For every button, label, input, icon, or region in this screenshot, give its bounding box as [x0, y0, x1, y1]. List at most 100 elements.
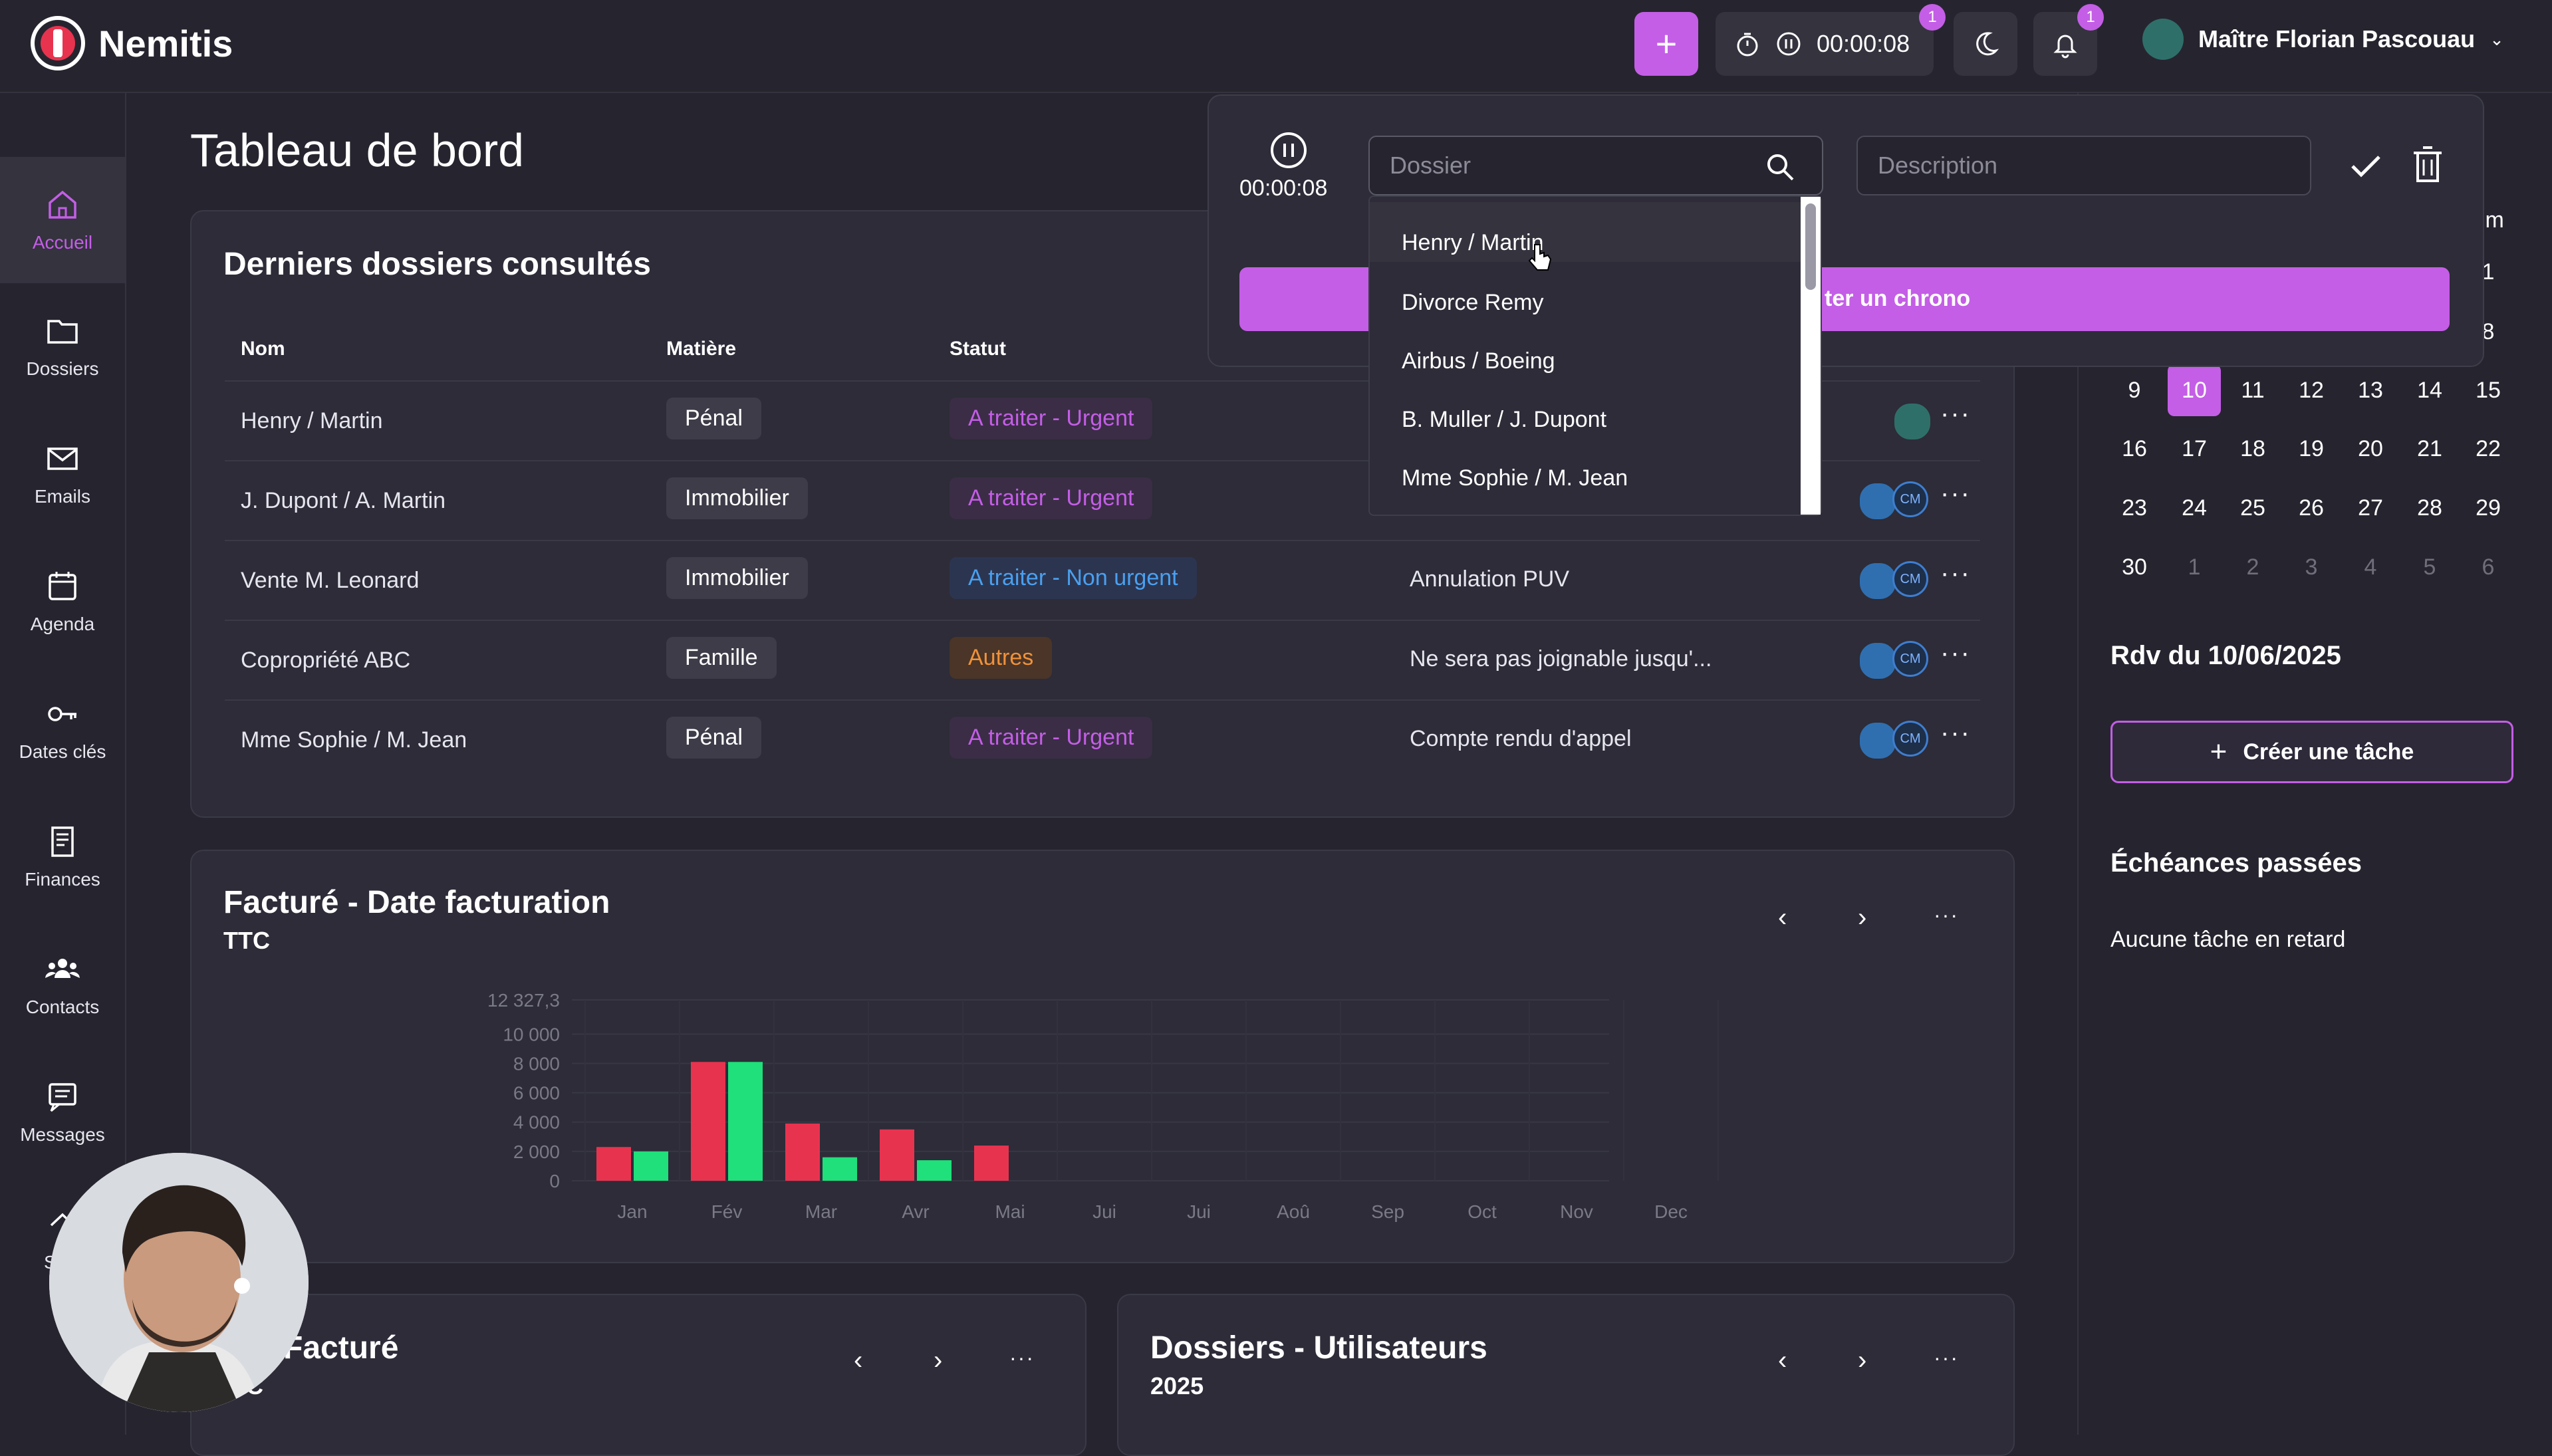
sidebar-item-accueil[interactable]: Accueil [0, 157, 125, 283]
chart-bar[interactable] [917, 1160, 952, 1181]
sidebar-item-messages[interactable]: Messages [0, 1049, 125, 1175]
calendar-day[interactable]: 20 [2344, 436, 2397, 462]
calendar-day[interactable]: 14 [2403, 378, 2456, 404]
calendar-day[interactable]: 24 [2168, 495, 2221, 521]
chart-bar[interactable] [785, 1123, 820, 1181]
search-icon[interactable] [1765, 152, 1795, 182]
chart-bar[interactable] [823, 1157, 857, 1181]
sidebar-item-finances[interactable]: Finances [0, 794, 125, 920]
calendar-day[interactable]: 23 [2108, 495, 2161, 521]
more-options-button[interactable]: ··· [1940, 479, 1971, 509]
brand[interactable]: Nemitis [29, 15, 233, 72]
calendar-day[interactable]: 21 [2403, 436, 2456, 462]
facture-card-title: Facturé [283, 1330, 399, 1366]
quick-add-button[interactable]: + [1634, 12, 1698, 76]
more-options-button[interactable]: ··· [1940, 718, 1971, 748]
create-task-button[interactable]: + Créer une tâche [2110, 721, 2513, 783]
calendar-day[interactable]: 13 [2344, 378, 2397, 404]
calendar-day[interactable]: 19 [2285, 436, 2338, 462]
x-tick-label: Oct [1467, 1201, 1497, 1222]
more-options-button[interactable]: ··· [1009, 1346, 1035, 1370]
dropdown-scrollbar[interactable] [1801, 197, 1821, 515]
dropdown-option[interactable]: Henry / Martin [1402, 230, 1544, 256]
chart-bar[interactable] [728, 1062, 763, 1181]
facture-card [190, 1294, 1086, 1456]
table-row[interactable]: Mme Sophie / M. Jean Pénal A traiter - U… [225, 701, 1980, 779]
timer-control[interactable]: 00:00:08 [1716, 12, 1934, 76]
dropdown-option[interactable]: B. Muller / J. Dupont [1402, 407, 1606, 433]
calendar-day[interactable]: 2 [2226, 554, 2279, 580]
row-note: Annulation PUV [1410, 566, 1570, 592]
more-options-button[interactable]: ··· [1940, 558, 1971, 588]
calendar-day[interactable]: 29 [2462, 495, 2515, 521]
calendar-day[interactable]: 30 [2108, 554, 2161, 580]
timer-badge: 1 [1919, 4, 1946, 31]
calendar-day[interactable]: 5 [2403, 554, 2456, 580]
avatar [1858, 481, 1898, 521]
table-row[interactable]: Copropriété ABC Famille Autres Ne sera p… [225, 621, 1980, 699]
table-row[interactable]: Vente M. Leonard Immobilier A traiter - … [225, 541, 1980, 620]
status-badge: Autres [950, 637, 1053, 679]
calendar-day[interactable]: 28 [2403, 495, 2456, 521]
calendar-day[interactable]: 16 [2108, 436, 2161, 462]
chevron-right-icon[interactable]: › [1858, 1346, 1866, 1376]
description-input[interactable]: Description [1856, 136, 2311, 195]
sidebar-item-emails[interactable]: Emails [0, 411, 125, 537]
sidebar-item-dossiers[interactable]: Dossiers [0, 283, 125, 410]
sidebar-item-label: Messages [20, 1124, 105, 1145]
chevron-right-icon[interactable]: › [1858, 903, 1866, 933]
past-deadlines-empty: Aucune tâche en retard [2110, 927, 2346, 952]
y-tick-label: 0 [549, 1171, 560, 1191]
calendar-day[interactable]: 25 [2226, 495, 2279, 521]
dark-mode-toggle[interactable] [1954, 12, 2017, 76]
more-options-button[interactable]: ··· [1934, 903, 1959, 927]
sidebar-item-label: Agenda [30, 614, 95, 634]
dropdown-option[interactable]: Divorce Remy [1402, 290, 1543, 316]
more-options-button[interactable]: ··· [1940, 638, 1971, 668]
sidebar-item-agenda[interactable]: Agenda [0, 539, 125, 665]
calendar-day[interactable]: 4 [2344, 554, 2397, 580]
dossier-placeholder: Dossier [1390, 152, 1471, 179]
calendar-day[interactable]: 27 [2344, 495, 2397, 521]
chart-bar[interactable] [634, 1151, 668, 1181]
calendar-day[interactable]: 15 [2462, 378, 2515, 404]
calendar-day[interactable]: 11 [2226, 378, 2279, 404]
calendar-day[interactable]: 1 [2168, 554, 2221, 580]
scrollbar-thumb[interactable] [1805, 203, 1816, 290]
pause-icon[interactable] [1269, 130, 1309, 170]
calendar-day[interactable]: 17 [2168, 436, 2221, 462]
matiere-tag: Immobilier [666, 557, 808, 599]
chart-bar[interactable] [880, 1129, 914, 1181]
check-icon[interactable] [2347, 148, 2384, 185]
dossier-search-input[interactable]: Dossier [1368, 136, 1823, 195]
sidebar-item-dates-cles[interactable]: Dates clés [0, 666, 125, 792]
y-tick-label: 2 000 [513, 1142, 560, 1162]
message-icon [49, 1083, 76, 1112]
past-deadlines-title: Échéances passées [2110, 848, 2362, 878]
chevron-right-icon[interactable]: › [934, 1346, 942, 1376]
trash-icon[interactable] [2410, 145, 2446, 185]
calendar-day[interactable]: 9 [2108, 378, 2161, 404]
calendar-day-selected[interactable]: 10 [2168, 364, 2221, 416]
dropdown-option[interactable]: Airbus / Boeing [1402, 348, 1555, 374]
webcam-overlay [49, 1153, 309, 1412]
pause-icon[interactable] [1775, 31, 1802, 57]
more-options-button[interactable]: ··· [1940, 399, 1971, 429]
calendar-day[interactable]: 3 [2285, 554, 2338, 580]
sidebar-item-label: Emails [34, 486, 90, 507]
user-menu[interactable]: Maître Florian Pascouau ⌄ [2142, 19, 2504, 60]
chevron-left-icon[interactable]: ‹ [1778, 1346, 1787, 1376]
calendar-day[interactable]: 22 [2462, 436, 2515, 462]
calendar-day[interactable]: 26 [2285, 495, 2338, 521]
calendar-day[interactable]: 12 [2285, 378, 2338, 404]
chevron-left-icon[interactable]: ‹ [854, 1346, 862, 1376]
sidebar-item-contacts[interactable]: Contacts [0, 921, 125, 1048]
more-options-button[interactable]: ··· [1934, 1346, 1959, 1370]
calendar-day[interactable]: 6 [2462, 554, 2515, 580]
chart-bar[interactable] [596, 1147, 631, 1181]
chevron-left-icon[interactable]: ‹ [1778, 903, 1787, 933]
chart-bar[interactable] [691, 1062, 725, 1181]
dropdown-option[interactable]: Mme Sophie / M. Jean [1402, 465, 1628, 491]
calendar-day[interactable]: 18 [2226, 436, 2279, 462]
chart-bar[interactable] [974, 1146, 1009, 1181]
